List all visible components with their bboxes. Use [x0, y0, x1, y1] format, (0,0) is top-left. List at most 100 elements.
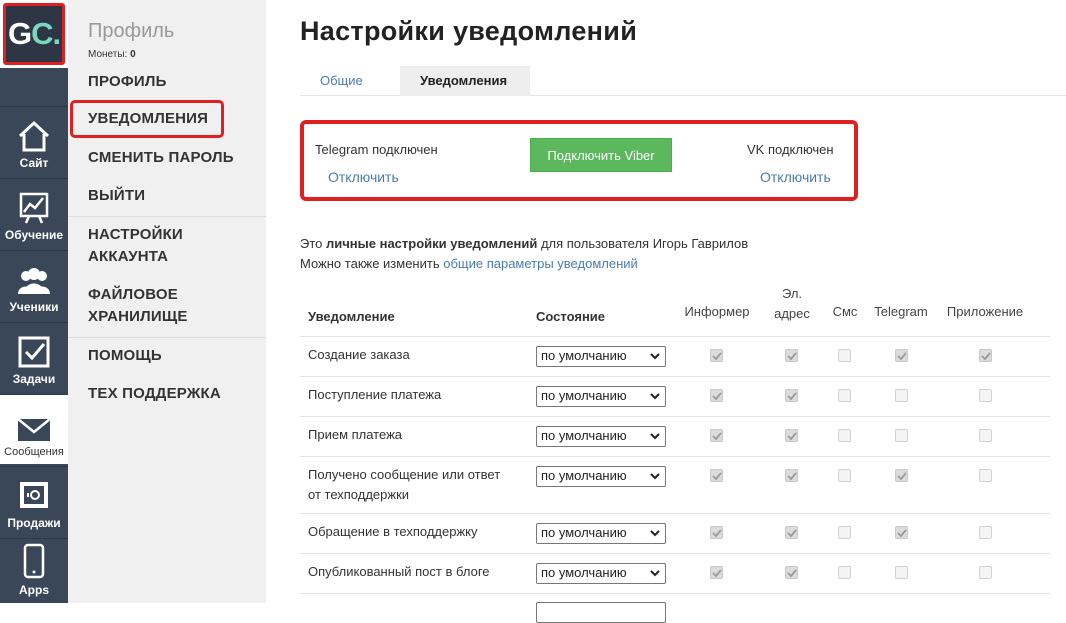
notification-name: Обращение в техподдержку	[308, 524, 478, 539]
checkbox-sms[interactable]	[838, 349, 851, 362]
checkbox-sms[interactable]	[838, 389, 851, 402]
notification-name: Получено сообщение или ответ от техподдер…	[308, 467, 501, 502]
state-select[interactable]: по умолчанию	[536, 466, 666, 487]
checkmark-icon	[787, 352, 797, 361]
notification-name: Поступление платежа	[308, 387, 442, 402]
state-select[interactable]: по умолчанию	[536, 346, 666, 367]
submenu-item-account-settings[interactable]: НАСТРОЙКИ АККАУНТА	[88, 224, 183, 268]
state-select[interactable]	[536, 602, 666, 623]
logo-container: G C.	[0, 0, 68, 68]
state-select[interactable]: по умолчанию	[536, 523, 666, 544]
logo[interactable]: G C.	[3, 3, 65, 65]
checkbox-telegram[interactable]	[895, 389, 908, 402]
connect-viber-button[interactable]: Подключить Viber	[530, 138, 672, 172]
checkbox-telegram[interactable]	[895, 349, 908, 362]
checkbox-email[interactable]	[785, 526, 798, 539]
submenu-item-support[interactable]: ТЕХ ПОДДЕРЖКА	[88, 383, 221, 405]
state-select[interactable]: по умолчанию	[536, 386, 666, 407]
checkbox-app[interactable]	[979, 349, 992, 362]
checkbox-informer[interactable]	[710, 349, 723, 362]
checkbox-email[interactable]	[785, 389, 798, 402]
notification-name: Прием платежа	[308, 427, 403, 442]
checkbox-app[interactable]	[979, 469, 992, 482]
app-rail: G C. Сайт Обучение Ученики Задачи Сообщен…	[0, 0, 68, 603]
safe-icon	[20, 482, 48, 508]
column-header-informer: Информер	[684, 304, 750, 319]
rail-item-learning[interactable]: Обучение	[0, 178, 68, 248]
checkmark-icon	[787, 529, 797, 538]
checkbox-informer[interactable]	[710, 526, 723, 539]
checkbox-informer[interactable]	[710, 429, 723, 442]
rail-item-messages[interactable]: Сообщения	[0, 394, 68, 464]
rail-label: Обучение	[4, 228, 64, 242]
phone-icon	[23, 543, 45, 579]
tab-general[interactable]: Общие	[300, 66, 383, 96]
checkbox-sms[interactable]	[838, 566, 851, 579]
rail-item-apps[interactable]: Apps	[0, 538, 68, 603]
page-title: Настройки уведомлений	[300, 16, 638, 46]
checkmark-icon	[897, 529, 907, 538]
submenu-divider	[68, 216, 266, 217]
checkbox-email[interactable]	[785, 566, 798, 579]
checkbox-email[interactable]	[785, 469, 798, 482]
checkbox-informer[interactable]	[710, 566, 723, 579]
checkmark-icon	[712, 352, 722, 361]
table-row: Получено сообщение или ответ от техподдер…	[300, 456, 1050, 513]
submenu-item-change-password[interactable]: СМЕНИТЬ ПАРОЛЬ	[88, 147, 234, 169]
checkbox-telegram[interactable]	[895, 566, 908, 579]
checkbox-email[interactable]	[785, 429, 798, 442]
submenu-item-logout[interactable]: ВЫЙТИ	[88, 185, 145, 207]
rail-label: Сайт	[19, 156, 49, 170]
submenu-item-help[interactable]: ПОМОЩЬ	[88, 345, 162, 367]
checkmark-icon	[897, 352, 907, 361]
vk-status: VK подключен	[747, 142, 834, 157]
submenu-divider	[68, 337, 266, 338]
checkbox-telegram[interactable]	[895, 526, 908, 539]
chevron-down-icon	[650, 473, 660, 480]
rail-item-students[interactable]: Ученики	[0, 250, 68, 320]
state-select[interactable]: по умолчанию	[536, 426, 666, 447]
checkbox-email[interactable]	[785, 349, 798, 362]
rail-item-tasks[interactable]: Задачи	[0, 322, 68, 392]
checkbox-app[interactable]	[979, 429, 992, 442]
vk-disconnect-link[interactable]: Отключить	[760, 169, 831, 185]
checkbox-sms[interactable]	[838, 429, 851, 442]
checkbox-informer[interactable]	[710, 389, 723, 402]
general-settings-link[interactable]: общие параметры уведомлений	[443, 256, 638, 271]
checkmark-icon	[712, 529, 722, 538]
checkbox-sms[interactable]	[838, 526, 851, 539]
checkmark-icon	[787, 432, 797, 441]
column-header-app: Приложение	[946, 304, 1024, 319]
checkbox-app[interactable]	[979, 526, 992, 539]
submenu-item-file-storage[interactable]: ФАЙЛОВОЕ ХРАНИЛИЩЕ	[88, 284, 188, 328]
checkmark-icon	[787, 569, 797, 578]
checkbox-telegram[interactable]	[895, 469, 908, 482]
checkbox-informer[interactable]	[710, 469, 723, 482]
envelope-icon	[17, 418, 51, 441]
users-icon	[18, 268, 50, 294]
rail-item-site[interactable]: Сайт	[0, 106, 68, 176]
chevron-down-icon	[650, 530, 660, 537]
column-header-email: Эл. адрес	[774, 286, 810, 321]
telegram-disconnect-link[interactable]: Отключить	[328, 169, 399, 185]
table-row-end	[300, 593, 1050, 623]
rail-label: Продажи	[7, 516, 61, 530]
checkbox-telegram[interactable]	[895, 429, 908, 442]
notification-name: Опубликованный пост в блоге	[308, 564, 490, 579]
rail-label: Apps	[19, 583, 49, 597]
checkmark-icon	[712, 569, 722, 578]
checkbox-app[interactable]	[979, 389, 992, 402]
rail-item-sales[interactable]: Продажи	[0, 466, 68, 536]
table-row: Обращение в техподдержку по умолчанию	[300, 513, 1050, 553]
submenu-item-notifications[interactable]: УВЕДОМЛЕНИЯ	[70, 100, 224, 138]
state-select[interactable]: по умолчанию	[536, 563, 666, 584]
coins-balance: Монеты: 0	[88, 49, 136, 60]
submenu-item-profile[interactable]: ПРОФИЛЬ	[88, 71, 167, 93]
table-row: Прием платежа по умолчанию	[300, 416, 1050, 456]
column-header-sms: Смс	[832, 304, 858, 319]
chart-board-icon	[19, 192, 49, 224]
checkmark-icon	[787, 392, 797, 401]
checkbox-app[interactable]	[979, 566, 992, 579]
checkbox-sms[interactable]	[838, 469, 851, 482]
tab-notifications[interactable]: Уведомления	[400, 66, 530, 96]
